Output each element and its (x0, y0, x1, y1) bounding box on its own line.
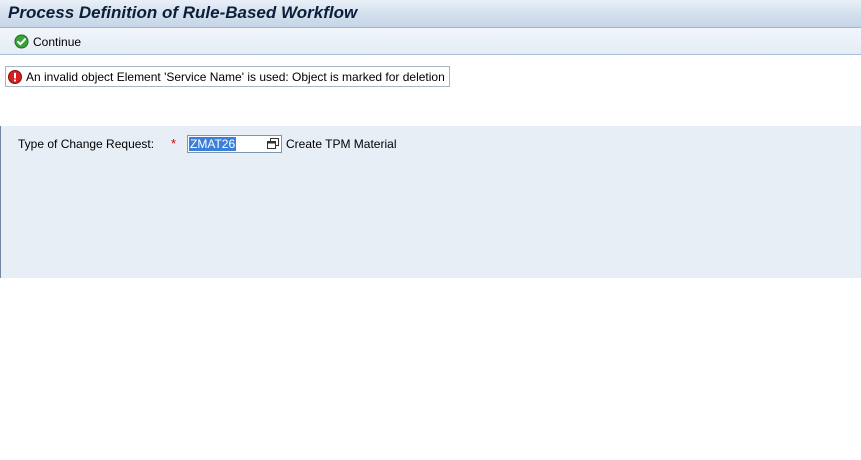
continue-button[interactable]: Continue (14, 33, 81, 50)
page-title: Process Definition of Rule-Based Workflo… (8, 3, 358, 22)
title-bar: Process Definition of Rule-Based Workflo… (0, 0, 861, 28)
form-area: Type of Change Request: * ZMAT26 Create … (0, 126, 861, 278)
error-message-text: An invalid object Element 'Service Name'… (26, 69, 445, 84)
change-request-type-input[interactable]: ZMAT26 (187, 135, 282, 153)
continue-label: Continue (33, 34, 82, 49)
error-icon (8, 69, 22, 84)
error-message-bar[interactable]: An invalid object Element 'Service Name'… (5, 66, 450, 87)
change-request-type-description: Create TPM Material (286, 137, 397, 151)
change-request-type-value: ZMAT26 (189, 137, 237, 151)
application-toolbar: Continue (0, 28, 861, 55)
value-help-icon[interactable] (267, 138, 279, 150)
checkmark-circle-icon (14, 34, 29, 49)
change-request-type-label: Type of Change Request: (18, 137, 155, 151)
required-indicator: * (171, 136, 177, 151)
